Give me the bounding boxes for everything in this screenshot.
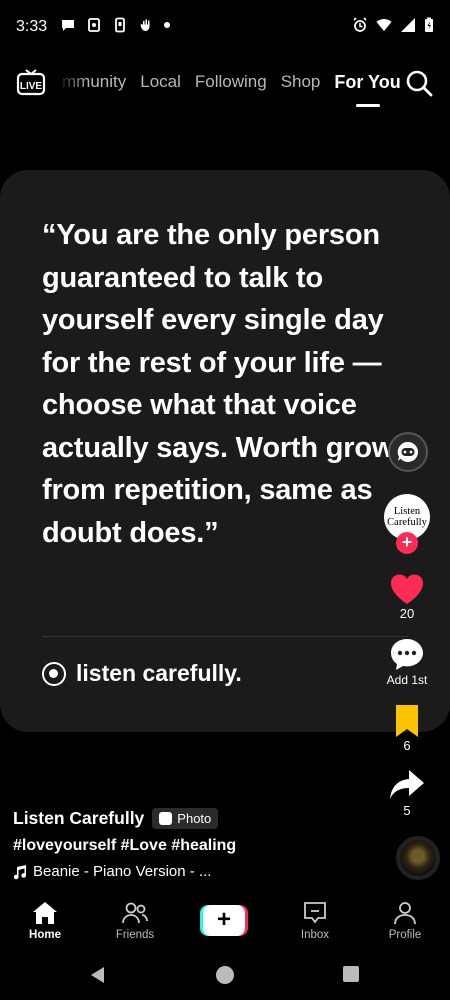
nav-inbox[interactable]: Inbox bbox=[270, 901, 360, 941]
creator-name[interactable]: Listen Carefully bbox=[13, 808, 144, 829]
comment-icon[interactable] bbox=[388, 636, 426, 674]
home-circle-icon[interactable] bbox=[215, 965, 235, 985]
tabs-fade-edge bbox=[50, 62, 88, 102]
nav-home-label: Home bbox=[29, 929, 61, 941]
hand-icon bbox=[140, 19, 150, 31]
card-divider bbox=[42, 636, 408, 637]
music-title: Beanie - Piano Version - ... bbox=[33, 863, 212, 880]
live-button[interactable]: LIVE bbox=[16, 68, 46, 98]
quote-text: “You are the only person guaranteed to t… bbox=[42, 219, 411, 549]
share-count: 5 bbox=[403, 803, 411, 818]
inbox-icon bbox=[304, 902, 326, 924]
photo-icon bbox=[159, 812, 173, 825]
create-plus-icon: + bbox=[203, 905, 245, 936]
status-time: 3:33 bbox=[16, 18, 48, 35]
create-post-button[interactable]: + bbox=[200, 905, 248, 936]
photo-badge: Photo bbox=[152, 808, 219, 829]
signal-icon bbox=[401, 18, 415, 32]
share-arrow-icon[interactable] bbox=[388, 766, 426, 804]
comment-label: Add 1st bbox=[386, 673, 428, 687]
alarm-icon bbox=[353, 17, 367, 32]
caption-title-row: Listen Carefully Photo bbox=[13, 808, 373, 829]
nav-profile-label: Profile bbox=[388, 929, 422, 941]
like-heart-icon[interactable] bbox=[388, 570, 426, 608]
live-label: LIVE bbox=[20, 81, 43, 92]
bookmark-icon[interactable] bbox=[388, 702, 426, 740]
profile-icon bbox=[394, 902, 416, 925]
battery-icon bbox=[425, 17, 433, 32]
save-count: 6 bbox=[403, 738, 411, 753]
nav-friends[interactable]: Friends bbox=[90, 901, 180, 941]
brand-logo-icon bbox=[42, 661, 66, 686]
top-nav: mmunity Local Following Shop For You LIV… bbox=[0, 62, 450, 107]
follow-button[interactable]: + bbox=[396, 532, 418, 554]
music-disc[interactable] bbox=[396, 836, 440, 880]
feed-tabs: mmunity Local Following Shop For You bbox=[62, 72, 401, 107]
chat-bot-icon bbox=[397, 441, 419, 462]
back-icon[interactable] bbox=[88, 965, 108, 985]
music-note-icon bbox=[13, 864, 26, 879]
friends-icon bbox=[122, 902, 148, 924]
system-navigation-bar bbox=[0, 955, 450, 1000]
photo-post-card[interactable]: “You are the only person guaranteed to t… bbox=[0, 170, 450, 732]
post-caption: Listen Carefully Photo #loveyourself #Lo… bbox=[13, 808, 373, 880]
like-count: 20 bbox=[399, 606, 415, 621]
notification-icons bbox=[60, 17, 170, 33]
music-row[interactable]: Beanie - Piano Version - ... bbox=[13, 863, 373, 880]
phone-icon bbox=[115, 17, 125, 33]
bottom-nav: Home Friends + Inbox Profile bbox=[0, 895, 450, 955]
nav-friends-label: Friends bbox=[115, 929, 155, 941]
tab-for-you-label: For You bbox=[334, 72, 401, 92]
status-bar: 3:33 bbox=[0, 0, 450, 56]
nav-inbox-label: Inbox bbox=[300, 929, 330, 941]
tab-following[interactable]: Following bbox=[195, 72, 267, 93]
nav-home[interactable]: Home bbox=[0, 901, 90, 941]
photo-badge-label: Photo bbox=[177, 811, 212, 826]
chat-bubble-icon bbox=[62, 20, 74, 31]
hashtags[interactable]: #loveyourself #Love #healing bbox=[13, 837, 373, 855]
dot-icon bbox=[164, 22, 170, 28]
brand-text: listen carefully. bbox=[76, 660, 242, 686]
search-icon[interactable] bbox=[404, 68, 434, 98]
home-icon bbox=[33, 902, 57, 924]
wifi-icon bbox=[376, 19, 392, 31]
ai-assistant-button[interactable] bbox=[388, 432, 428, 472]
brand-row: listen carefully. bbox=[42, 660, 242, 687]
system-icons bbox=[352, 17, 434, 33]
tab-shop[interactable]: Shop bbox=[281, 72, 321, 93]
tab-for-you[interactable]: For You bbox=[334, 72, 401, 107]
clipboard-icon bbox=[88, 18, 100, 32]
recents-icon[interactable] bbox=[342, 965, 360, 983]
active-tab-indicator bbox=[355, 104, 380, 107]
nav-profile[interactable]: Profile bbox=[360, 901, 450, 941]
tab-local[interactable]: Local bbox=[140, 72, 181, 93]
